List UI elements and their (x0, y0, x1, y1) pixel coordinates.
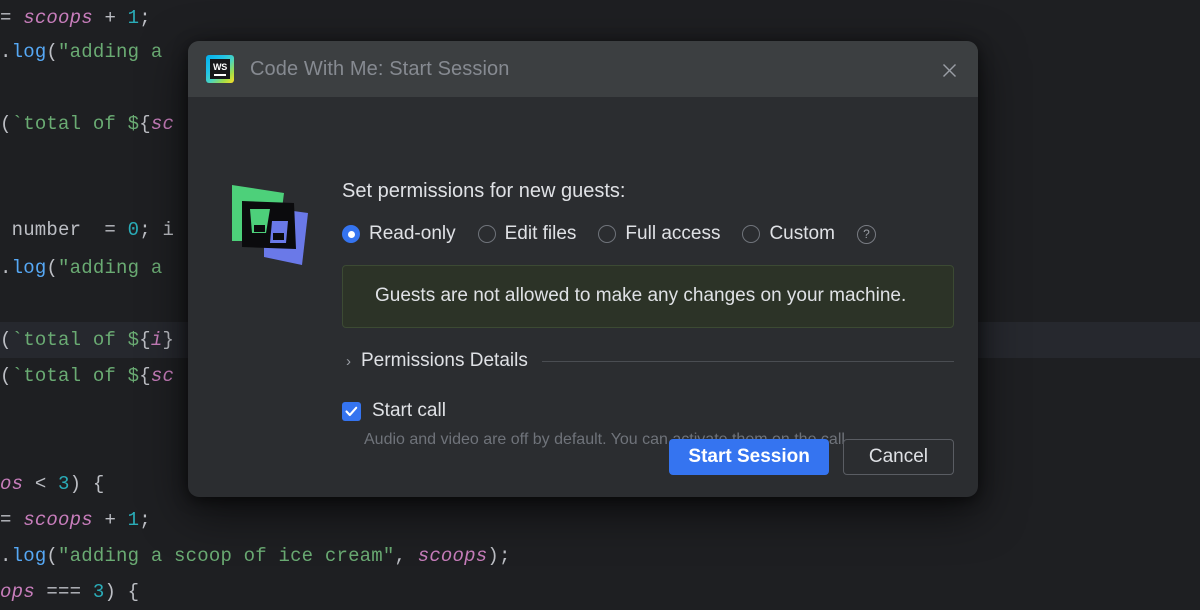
code-token: log (12, 545, 47, 567)
code-token: i (151, 329, 163, 351)
code-with-me-start-session-dialog: WS Code With Me: Start Session (188, 41, 978, 497)
code-token: "adding a scoop of ice cream" (58, 545, 394, 567)
code-token: ; (139, 509, 151, 531)
code-line: = scoops + 1; (0, 502, 151, 538)
code-token: scoops (418, 545, 488, 567)
code-with-me-logo (222, 179, 314, 271)
code-line: (`total of ${sc (0, 106, 174, 142)
code-line: .log("adding a scoop of ice cream", scoo… (0, 538, 511, 574)
radio-custom-label: Custom (769, 223, 834, 245)
code-line: ops === 3) { (0, 574, 139, 610)
expander-divider (542, 361, 954, 362)
permissions-details-expander[interactable]: › Permissions Details (342, 350, 954, 372)
code-line: = scoops + 1; (0, 0, 151, 36)
code-token: `total of $ (12, 113, 140, 135)
permissions-details-label: Permissions Details (361, 350, 528, 372)
code-token: ); (487, 545, 510, 567)
code-line: .log("adding a (0, 34, 162, 70)
radio-read-only-label: Read-only (369, 223, 456, 245)
code-token: log (12, 41, 47, 63)
radio-full-access-label: Full access (625, 223, 720, 245)
code-token: + (93, 509, 128, 531)
radio-full-access[interactable]: Full access (598, 223, 720, 245)
chevron-right-icon: › (346, 354, 351, 369)
code-token: 1 (128, 509, 140, 531)
help-circle-icon[interactable]: ? (857, 225, 876, 244)
code-token: 3 (58, 473, 70, 495)
code-token: log (12, 257, 47, 279)
permissions-info-box: Guests are not allowed to make any chang… (342, 265, 954, 328)
code-token: = (0, 509, 23, 531)
code-token: ( (0, 113, 12, 135)
code-line: number = 0; i (0, 212, 174, 248)
radio-read-only-dot (342, 225, 360, 243)
permissions-info-text: Guests are not allowed to make any chang… (375, 282, 933, 310)
code-token: ( (46, 545, 58, 567)
code-token: number (0, 219, 93, 241)
start-call-checkbox-row[interactable]: Start call (342, 400, 954, 422)
dialog-titlebar: WS Code With Me: Start Session (188, 41, 978, 97)
code-token: < (23, 473, 58, 495)
start-call-label: Start call (372, 400, 446, 422)
dialog-button-row: Start Session Cancel (669, 439, 954, 475)
cancel-button[interactable]: Cancel (843, 439, 954, 475)
radio-read-only[interactable]: Read-only (342, 223, 456, 245)
code-token: ( (46, 257, 58, 279)
code-token: = (0, 7, 23, 29)
radio-custom[interactable]: Custom (742, 223, 834, 245)
code-token: scoops (23, 7, 93, 29)
code-token: = (93, 219, 128, 241)
start-call-checkbox[interactable] (342, 402, 361, 421)
code-line: .log("adding a (0, 250, 162, 286)
code-token: "adding a (58, 257, 162, 279)
radio-custom-dot (742, 225, 760, 243)
code-token: . (0, 545, 12, 567)
radio-full-access-dot (598, 225, 616, 243)
code-token: scoops (23, 509, 93, 531)
code-token: ; i (139, 219, 174, 241)
radio-edit-files[interactable]: Edit files (478, 223, 577, 245)
section-title: Set permissions for new guests: (342, 179, 954, 203)
webstorm-icon: WS (206, 55, 234, 83)
code-token: . (0, 41, 12, 63)
code-token: ( (46, 41, 58, 63)
code-token: . (0, 257, 12, 279)
code-token: , (395, 545, 418, 567)
code-token: 1 (128, 7, 140, 29)
radio-edit-files-dot (478, 225, 496, 243)
code-token: ( (0, 365, 12, 387)
code-token: ) { (70, 473, 105, 495)
code-token: "adding a (58, 41, 162, 63)
code-line: (`total of ${i} (0, 322, 174, 358)
code-token: `total of $ (12, 329, 140, 351)
code-token: sc (151, 113, 174, 135)
code-token: sc (151, 365, 174, 387)
code-line: (`total of ${sc (0, 358, 174, 394)
code-token: os (0, 473, 23, 495)
start-session-button[interactable]: Start Session (669, 439, 828, 475)
code-token: ( (0, 329, 12, 351)
code-token: ; (139, 7, 151, 29)
permissions-radio-group: Read-only Edit files Full access Custom … (342, 223, 954, 245)
dialog-content: Set permissions for new guests: Read-onl… (342, 179, 954, 451)
close-icon[interactable] (934, 55, 964, 85)
code-token: { (139, 329, 151, 351)
code-token: { (139, 113, 151, 135)
code-token: `total of $ (12, 365, 140, 387)
code-token: + (93, 7, 128, 29)
code-token: } (162, 329, 174, 351)
code-token: 0 (128, 219, 140, 241)
dialog-body: Set permissions for new guests: Read-onl… (188, 97, 978, 497)
code-line: os < 3) { (0, 466, 104, 502)
code-token: { (139, 365, 151, 387)
radio-edit-files-label: Edit files (505, 223, 577, 245)
dialog-title: Code With Me: Start Session (250, 58, 509, 81)
webstorm-icon-label: WS (213, 63, 227, 72)
